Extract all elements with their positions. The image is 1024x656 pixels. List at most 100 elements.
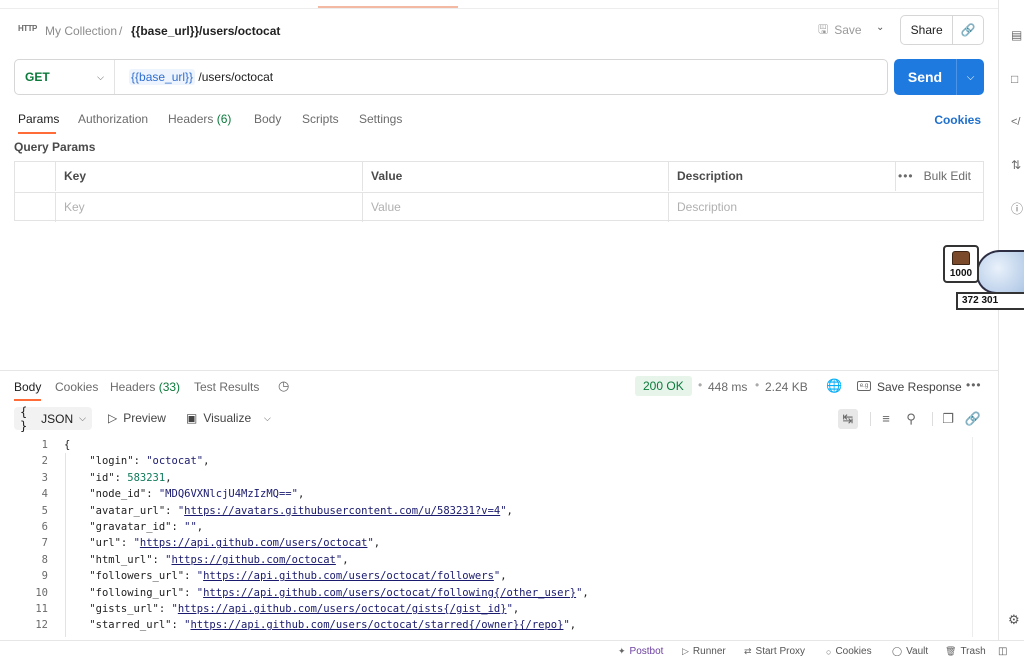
tab-params[interactable]: Params: [18, 112, 59, 126]
line-number: 4: [41, 488, 48, 501]
status-bar: ✦ Postbot ▷ Runner ⇄ Start Proxy ○ Cookies ◯…: [0, 640, 1024, 656]
resp-tab-cookies[interactable]: Cookies: [55, 380, 98, 394]
start-proxy-button[interactable]: ⇄ Start Proxy: [744, 646, 805, 656]
code-punctuation: ,: [297, 488, 305, 501]
search-icon[interactable]: ⚲: [901, 409, 921, 429]
resp-tab-headers[interactable]: Headers (33): [110, 380, 180, 394]
cookies-link[interactable]: Cookies: [934, 113, 981, 127]
param-value-input[interactable]: Value: [362, 193, 668, 222]
tab-scripts[interactable]: Scripts: [302, 112, 339, 126]
breadcrumb-collection[interactable]: My Collection: [45, 24, 117, 38]
code-line: 6 "gravatar_id": "",: [14, 519, 972, 535]
related-icon[interactable]: ⇅: [1011, 158, 1024, 174]
history-icon[interactable]: ◷: [278, 378, 289, 394]
wrap-lines-icon[interactable]: ↹: [838, 409, 858, 429]
filter-icon[interactable]: ≡: [876, 409, 896, 429]
method-select[interactable]: GET ⌵: [15, 60, 115, 94]
vault-button[interactable]: ◯ Vault: [892, 646, 928, 656]
json-link-value[interactable]: https://api.github.com/users/octocat/sta…: [190, 619, 563, 631]
json-link-value[interactable]: https://avatars.githubusercontent.com/u/…: [184, 505, 500, 517]
save-button[interactable]: 🖫 Save: [818, 20, 862, 40]
line-number: 12: [35, 619, 48, 632]
toolbar-divider: [870, 412, 871, 426]
line-content: "url": "https://api.github.com/users/oct…: [89, 537, 381, 550]
cookies-button[interactable]: ○ Cookies: [826, 646, 872, 656]
json-link-value[interactable]: https://github.com/octocat: [172, 554, 336, 566]
more-options-icon[interactable]: •••: [898, 169, 914, 183]
response-divider: [0, 370, 998, 371]
line-number: 8: [41, 553, 48, 566]
active-tab-underline: [14, 399, 41, 401]
chevron-down-icon: ⌵: [79, 413, 86, 423]
breadcrumb-request-name[interactable]: {{base_url}}/users/octocat: [131, 24, 280, 38]
format-select[interactable]: { } JSON ⌵: [14, 405, 92, 433]
line-content: "starred_url": "https://api.github.com/u…: [89, 619, 577, 632]
response-tabs: Body Cookies Headers (33) Test Results ◷…: [14, 376, 984, 402]
visualize-button[interactable]: ▣ Visualize: [186, 411, 251, 425]
trash-icon: 🗑: [945, 646, 957, 656]
status-badge[interactable]: 200 OK: [635, 376, 692, 396]
code-line: 7 "url": "https://api.github.com/users/o…: [14, 535, 972, 551]
info-icon[interactable]: ⓘ: [1011, 200, 1024, 216]
documentation-icon[interactable]: ▤: [1011, 28, 1024, 44]
network-globe-icon[interactable]: 🌐: [826, 378, 842, 394]
more-options-icon[interactable]: •••: [966, 378, 982, 392]
json-link-value[interactable]: https://api.github.com/users/octocat/fol…: [203, 570, 494, 582]
json-link-value[interactable]: https://api.github.com/users/octocat/gis…: [178, 603, 507, 615]
param-key-input[interactable]: Key: [55, 193, 362, 222]
preview-button[interactable]: ▷ Preview: [108, 411, 166, 425]
vault-label: Vault: [906, 646, 929, 656]
code-line: 2 "login": "octocat",: [14, 453, 972, 469]
bulk-edit-button[interactable]: ••• Bulk Edit: [898, 162, 971, 191]
tab-headers[interactable]: Headers (6): [168, 112, 231, 126]
code-icon[interactable]: </: [1011, 116, 1024, 132]
table-row: Key Value Description: [15, 192, 983, 222]
json-link-value[interactable]: https://api.github.com/users/octocat: [140, 537, 368, 549]
json-key: "avatar_url": [89, 504, 166, 517]
share-button[interactable]: Share: [901, 23, 952, 37]
column-key: Key: [55, 162, 362, 191]
resp-tab-body[interactable]: Body: [14, 380, 41, 394]
floating-game-widget[interactable]: 1000 372 301: [942, 244, 1024, 314]
tab-headers-count: (6): [216, 112, 232, 126]
start-proxy-label: Start Proxy: [755, 646, 806, 656]
toolbar-divider: [932, 412, 933, 426]
widget-count: 1000: [949, 268, 973, 279]
response-time[interactable]: 448 ms: [708, 380, 747, 394]
postbot-button[interactable]: ✦ Postbot: [618, 646, 663, 656]
param-description-input[interactable]: Description: [668, 193, 983, 222]
json-link-value[interactable]: https://api.github.com/users/octocat/fol…: [203, 587, 576, 599]
url-bar: GET ⌵ {{base_url}} /users/octocat: [14, 59, 888, 95]
send-options-chevron-down-icon[interactable]: ⌵: [957, 72, 984, 83]
trash-button[interactable]: 🗑 Trash: [945, 646, 986, 656]
tab-body[interactable]: Body: [254, 112, 281, 126]
format-label: JSON: [41, 411, 74, 426]
comments-icon[interactable]: □: [1011, 72, 1024, 88]
resp-tab-test-results[interactable]: Test Results: [194, 380, 259, 394]
settings-gear-icon[interactable]: ⚙: [1008, 612, 1020, 628]
bulk-edit-label: Bulk Edit: [923, 169, 971, 183]
link-icon[interactable]: 🔗: [963, 409, 983, 429]
save-options-chevron-down-icon[interactable]: ⌄: [876, 22, 884, 33]
response-body-code[interactable]: 1{2 "login": "octocat", 3 "id": 583231, 4 …: [14, 437, 972, 637]
runner-button[interactable]: ▷ Runner: [682, 646, 726, 656]
tab-settings[interactable]: Settings: [359, 112, 402, 126]
code-line: 10 "following_url": "https://api.github.…: [14, 585, 972, 601]
visualize-chevron-down-icon[interactable]: ⌵: [264, 413, 271, 424]
json-key: "followers_url": [89, 570, 185, 583]
separator-dot: •: [755, 378, 760, 392]
right-sidebar-rail: ▤ □ </ ⇅ ⓘ: [998, 0, 1024, 640]
layout-icon[interactable]: ◫: [998, 646, 1007, 656]
copy-link-icon[interactable]: 🔗: [953, 23, 983, 37]
line-number: 3: [41, 471, 48, 484]
json-key: "url": [89, 537, 121, 550]
save-response-button[interactable]: Save Response: [877, 380, 962, 394]
tab-authorization[interactable]: Authorization: [78, 112, 148, 126]
send-button-group: Send ⌵: [894, 59, 984, 95]
code-scrollbar-track[interactable]: [972, 437, 973, 637]
postbot-label: Postbot: [629, 646, 664, 656]
response-size[interactable]: 2.24 KB: [765, 380, 808, 394]
copy-icon[interactable]: ❐: [938, 409, 958, 429]
url-input[interactable]: {{base_url}} /users/octocat: [129, 69, 273, 85]
send-button[interactable]: Send: [894, 69, 956, 85]
